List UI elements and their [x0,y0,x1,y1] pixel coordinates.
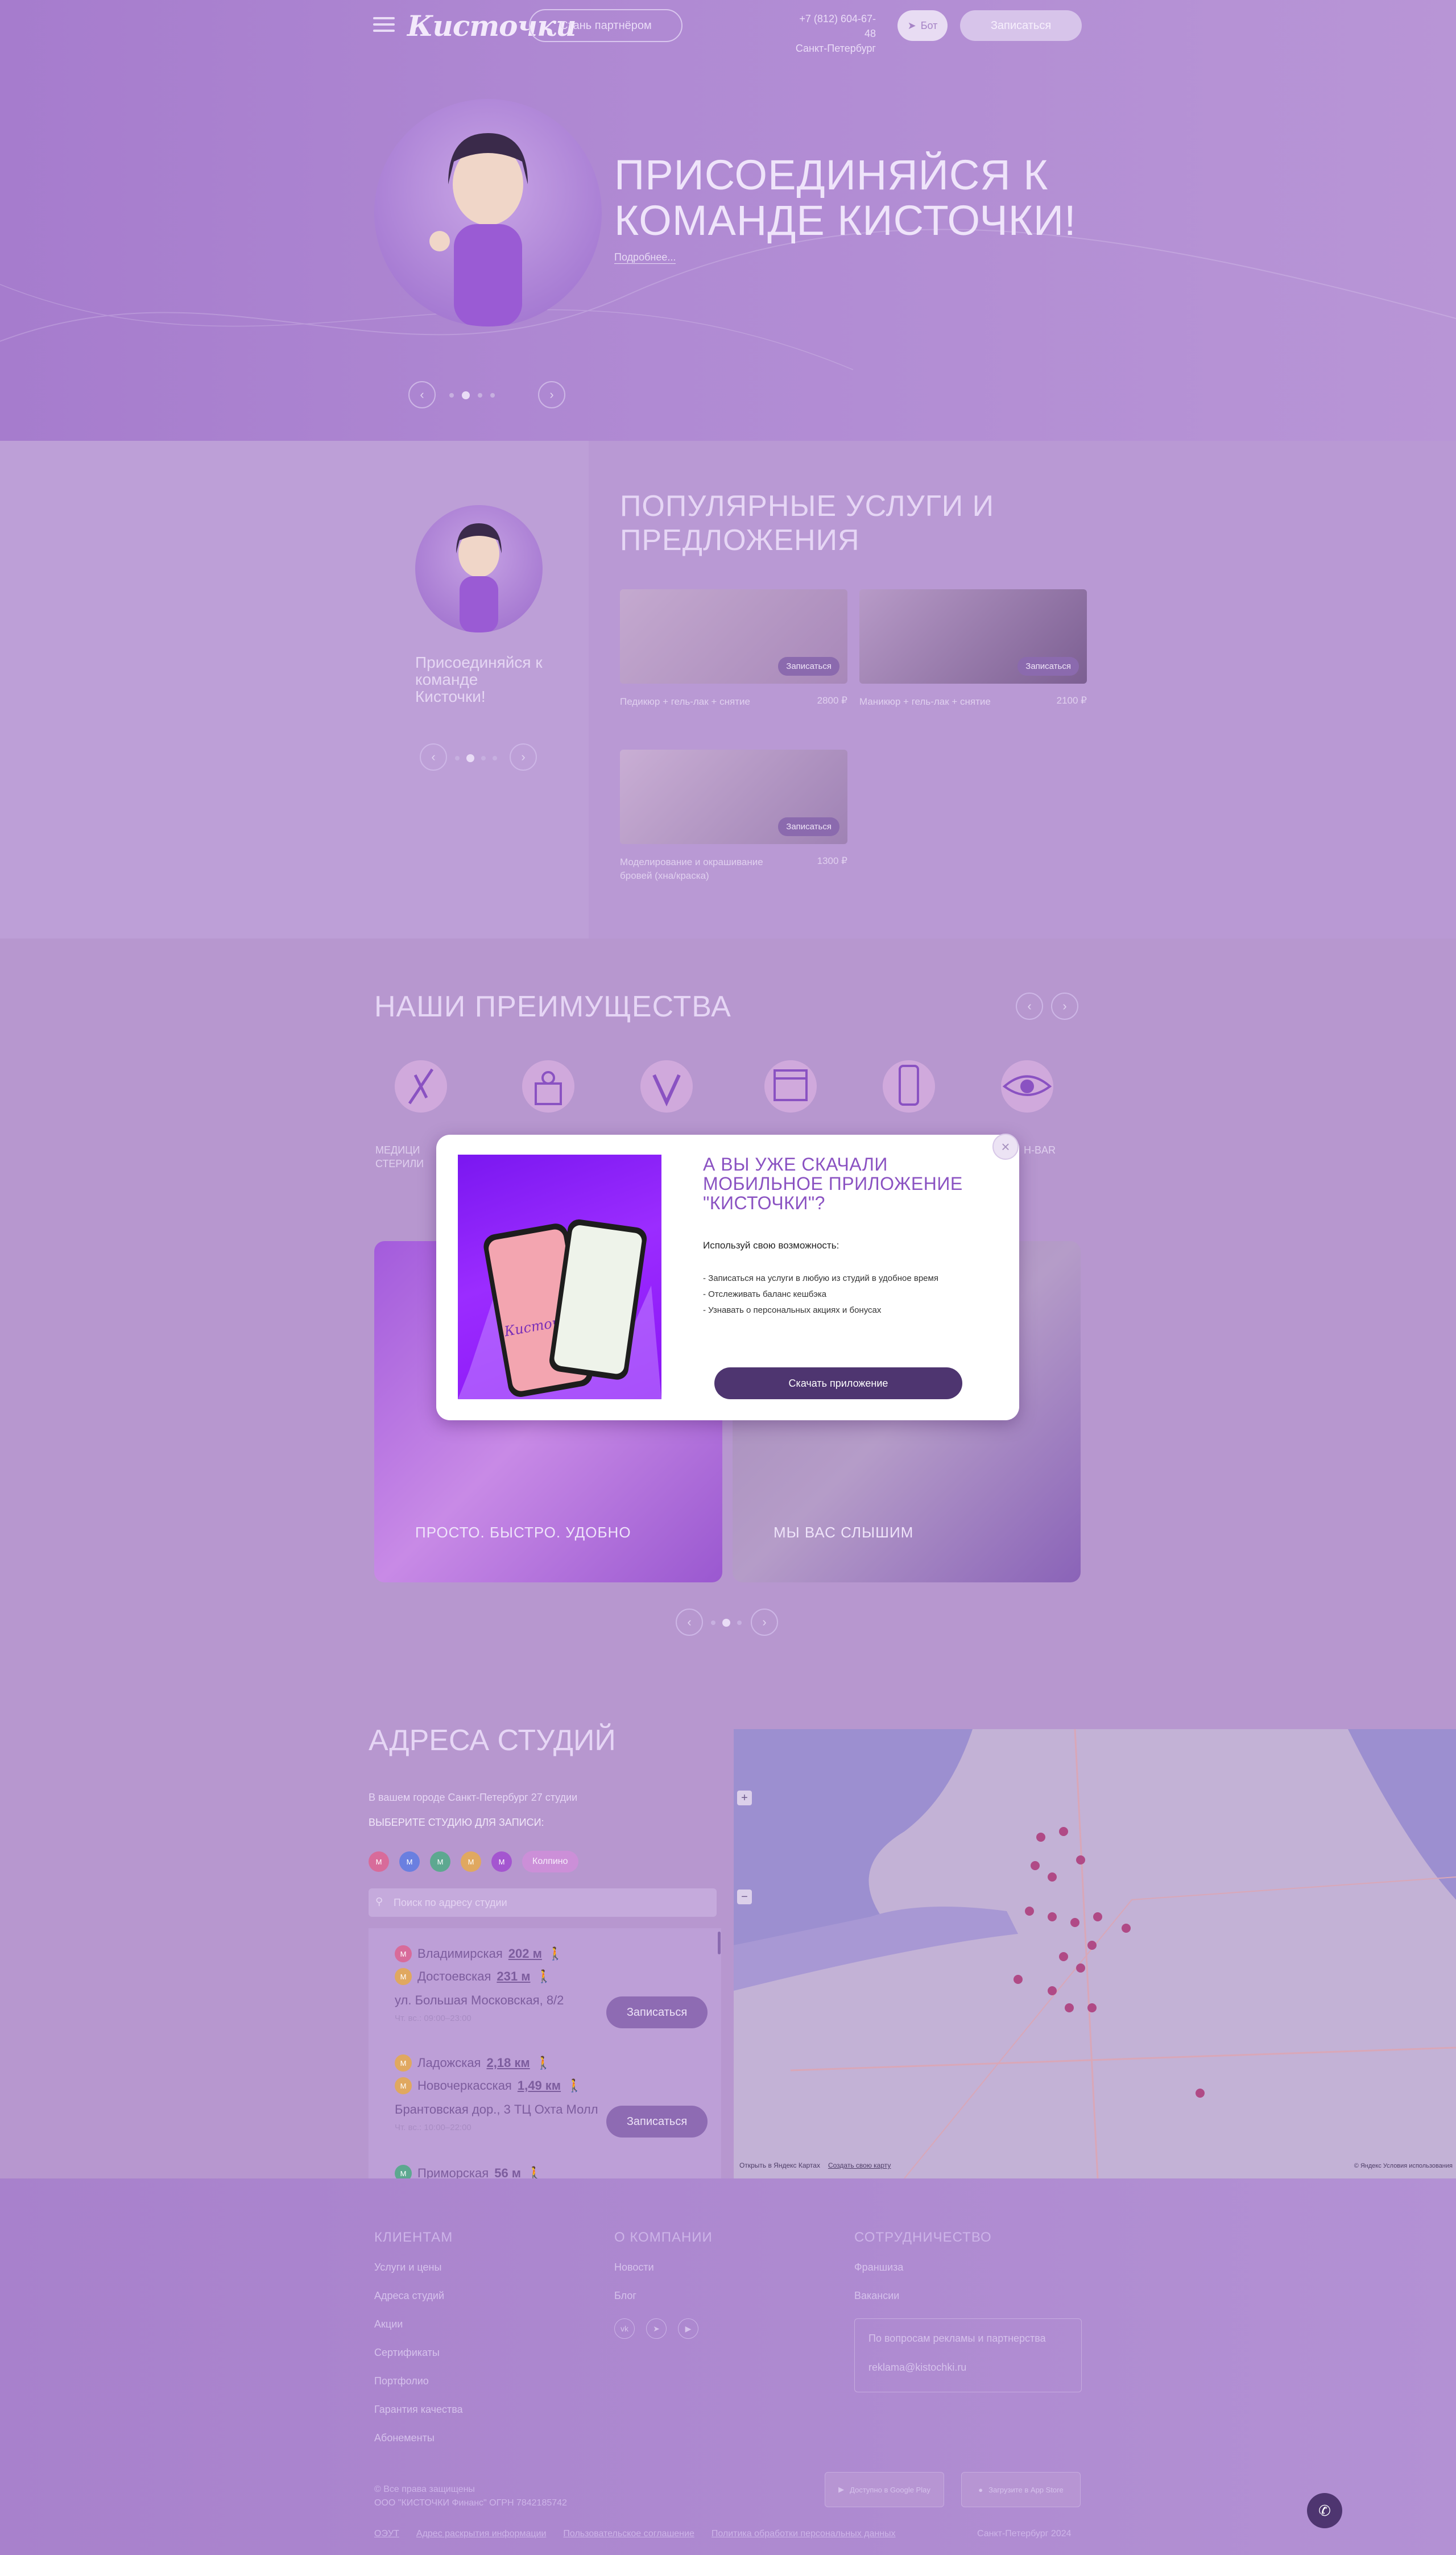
modal-feature-item: - Отслеживать баланс кешбэка [703,1289,827,1299]
modal-feature-item: - Узнавать о персональных акциях и бонус… [703,1305,882,1315]
modal-features-list: - Записаться на услуги в любую из студий… [703,1271,965,1318]
modal-subtitle: Используй свою возможность: [703,1240,839,1251]
download-app-button[interactable]: Скачать приложение [714,1367,962,1399]
close-icon[interactable]: × [992,1134,1019,1160]
app-promo-image: Кисточки [458,1155,661,1399]
modal-feature-item: - Записаться на услуги в любую из студий… [703,1274,938,1283]
modal-title: А ВЫ УЖЕ СКАЧАЛИ МОБИЛЬНОЕ ПРИЛОЖЕНИЕ "К… [703,1154,963,1213]
